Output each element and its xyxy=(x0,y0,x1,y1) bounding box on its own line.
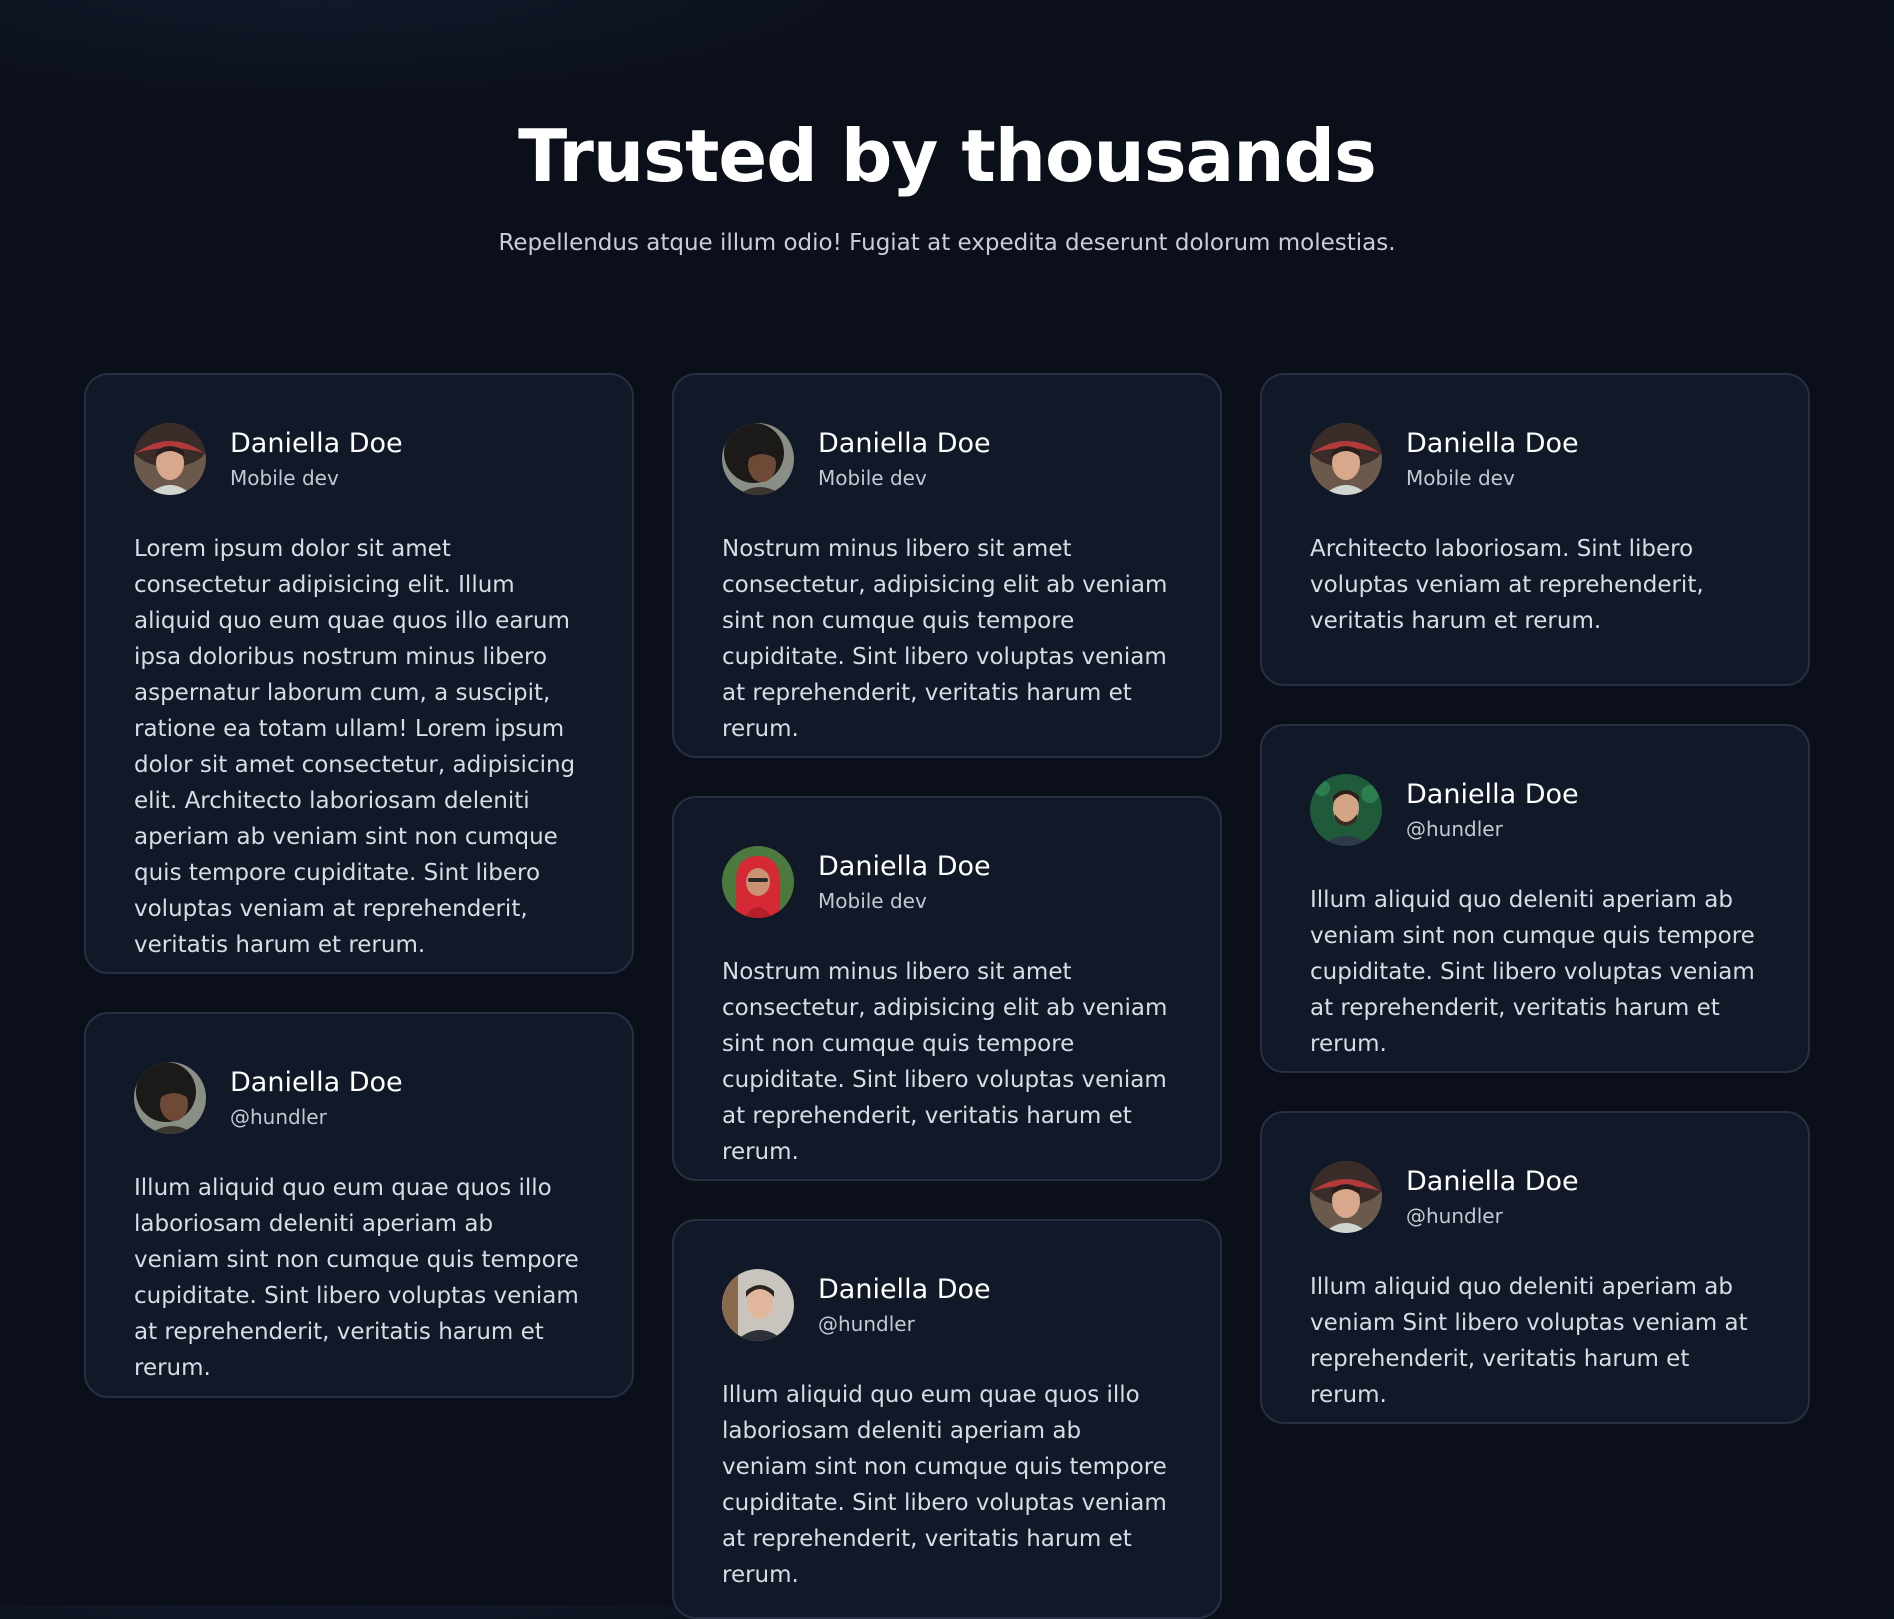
testimonial-card: Daniella Doe Mobile dev Lorem ipsum dolo… xyxy=(84,373,634,974)
author-info: Daniella Doe @hundler xyxy=(1406,778,1579,842)
author-role: Mobile dev xyxy=(230,466,339,490)
woman-red-hijab-avatar xyxy=(722,846,794,918)
card-header: Daniella Doe Mobile dev xyxy=(722,846,1172,918)
card-header: Daniella Doe @hundler xyxy=(1310,1161,1760,1233)
testimonial-text: Architecto laboriosam. Sint libero volup… xyxy=(1310,536,1704,634)
author-info: Daniella Doe Mobile dev xyxy=(818,850,991,914)
woman-dark-hair-avatar xyxy=(134,1062,206,1134)
page-subtitle: Repellendus atque illum odio! Fugiat at … xyxy=(498,230,1396,256)
author-name: Daniella Doe xyxy=(1406,779,1579,810)
author-role: Mobile dev xyxy=(1406,466,1515,490)
testimonial-text: Illum aliquid quo deleniti aperiam ab ve… xyxy=(1310,1274,1748,1408)
testimonial-text: Lorem ipsum dolor sit amet consectetur a… xyxy=(134,536,576,958)
card-header: Daniella Doe @hundler xyxy=(722,1269,1172,1341)
testimonial-text: Nostrum minus libero sit amet consectetu… xyxy=(722,959,1168,1165)
card-header: Daniella Doe @hundler xyxy=(134,1062,584,1134)
author-name: Daniella Doe xyxy=(818,1274,991,1305)
author-info: Daniella Doe Mobile dev xyxy=(818,427,991,491)
author-name: Daniella Doe xyxy=(1406,428,1579,459)
testimonial-card: Daniella Doe @hundler Illum aliquid quo … xyxy=(84,1012,634,1398)
author-role: @hundler xyxy=(230,1105,327,1129)
author-role: @hundler xyxy=(1406,817,1503,841)
woman-with-hat-avatar xyxy=(1310,1161,1382,1233)
card-header: Daniella Doe Mobile dev xyxy=(1310,423,1760,495)
card-header: Daniella Doe @hundler xyxy=(1310,774,1760,846)
author-info: Daniella Doe @hundler xyxy=(230,1066,403,1130)
testimonial-card: Daniella Doe Mobile dev Nostrum minus li… xyxy=(672,373,1222,758)
author-info: Daniella Doe Mobile dev xyxy=(1406,427,1579,491)
author-name: Daniella Doe xyxy=(1406,1166,1579,1197)
author-info: Daniella Doe @hundler xyxy=(818,1273,991,1337)
testimonial-text: Illum aliquid quo eum quae quos illo lab… xyxy=(722,1382,1167,1588)
author-role: @hundler xyxy=(1406,1204,1503,1228)
testimonial-card: Daniella Doe @hundler Illum aliquid quo … xyxy=(1260,724,1810,1073)
author-name: Daniella Doe xyxy=(230,428,403,459)
testimonial-text: Illum aliquid quo deleniti aperiam ab ve… xyxy=(1310,887,1755,1057)
author-name: Daniella Doe xyxy=(230,1067,403,1098)
author-role: Mobile dev xyxy=(818,889,927,913)
author-name: Daniella Doe xyxy=(818,851,991,882)
testimonial-card: Daniella Doe @hundler Illum aliquid quo … xyxy=(1260,1111,1810,1424)
author-role: Mobile dev xyxy=(818,466,927,490)
testimonial-text: Nostrum minus libero sit amet consectetu… xyxy=(722,536,1168,742)
woman-with-hat-avatar xyxy=(134,423,206,495)
woman-with-hat-avatar xyxy=(1310,423,1382,495)
author-info: Daniella Doe @hundler xyxy=(1406,1165,1579,1229)
testimonial-card: Daniella Doe Mobile dev Nostrum minus li… xyxy=(672,796,1222,1181)
author-role: @hundler xyxy=(818,1312,915,1336)
card-header: Daniella Doe Mobile dev xyxy=(722,423,1172,495)
man-short-hair-avatar xyxy=(722,1269,794,1341)
author-name: Daniella Doe xyxy=(818,428,991,459)
woman-dark-hair-avatar xyxy=(722,423,794,495)
man-with-beard-avatar xyxy=(1310,774,1382,846)
card-header: Daniella Doe Mobile dev xyxy=(134,423,584,495)
testimonial-card: Daniella Doe @hundler Illum aliquid quo … xyxy=(672,1219,1222,1619)
page-title: Trusted by thousands xyxy=(518,114,1377,198)
testimonial-card: Daniella Doe Mobile dev Architecto labor… xyxy=(1260,373,1810,686)
section-header: Trusted by thousands Repellendus atque i… xyxy=(0,110,1894,258)
testimonial-text: Illum aliquid quo eum quae quos illo lab… xyxy=(134,1175,579,1381)
author-info: Daniella Doe Mobile dev xyxy=(230,427,403,491)
